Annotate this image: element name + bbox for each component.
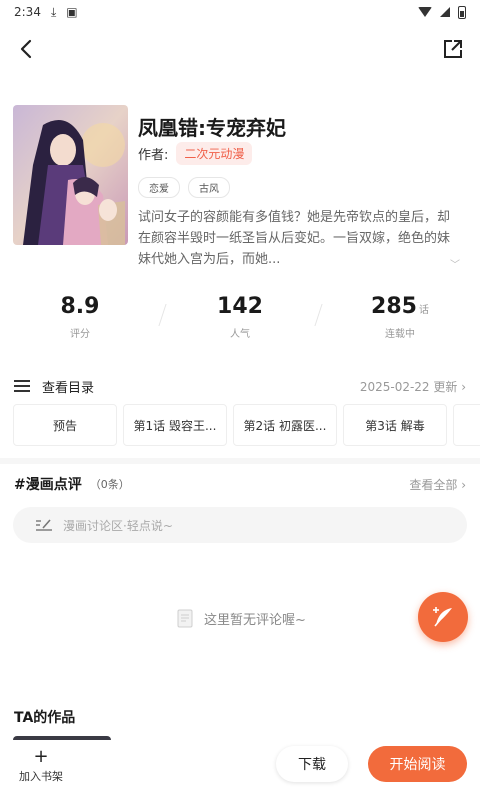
table-of-contents-row[interactable]: 查看目录 2025-02-22 更新 ›	[14, 375, 466, 397]
expand-chevron-icon[interactable]: ﹀	[450, 256, 460, 271]
start-reading-button[interactable]: 开始阅读	[368, 746, 467, 782]
stat-popularity-value: 142	[217, 294, 263, 319]
notification-icon: ▣	[66, 5, 78, 19]
stat-rating: 8.9 评分	[0, 294, 160, 350]
review-count: （0条）	[89, 478, 130, 491]
cover-image	[13, 105, 128, 245]
author-chip[interactable]: 二次元动漫	[176, 142, 253, 165]
empty-doc-icon	[177, 609, 193, 628]
write-review-button[interactable]	[418, 592, 468, 642]
comment-input[interactable]: 漫画讨论区·轻点说~	[13, 507, 467, 543]
stat-chapters: 285 话 连载中	[320, 294, 480, 350]
edit-icon	[36, 519, 52, 531]
chapter-item[interactable]: 第3话 解毒	[343, 404, 447, 446]
chapter-list: 预告 第1话 毁容王... 第2话 初露医... 第3话 解毒 第	[13, 404, 480, 446]
signal-icon	[440, 7, 450, 17]
review-title: #漫画点评	[14, 477, 82, 493]
comic-title: 凤凰错:专宠弃妃	[138, 116, 286, 140]
chapter-item[interactable]: 第2话 初露医...	[233, 404, 337, 446]
status-bar: 2:34 ⤓ ▣	[0, 0, 480, 24]
section-divider	[0, 458, 480, 464]
stat-popularity-label: 人气	[230, 329, 250, 340]
top-bar	[0, 30, 480, 66]
tag-list: 恋爱 古风	[138, 177, 230, 198]
chapter-item[interactable]: 第	[453, 404, 480, 446]
stat-rating-label: 评分	[70, 329, 90, 340]
download-button[interactable]: 下载	[276, 746, 348, 782]
back-arrow-icon	[20, 39, 32, 59]
stats-row: 8.9 评分 142 人气 285 话 连载中	[0, 294, 480, 350]
tag-romance[interactable]: 恋爱	[138, 177, 180, 198]
add-to-shelf-label: 加入书架	[19, 770, 63, 783]
empty-reviews-text: 这里暂无评论喔~	[204, 612, 306, 628]
chapter-item[interactable]: 第1话 毁容王...	[123, 404, 227, 446]
list-icon	[14, 380, 30, 392]
chapter-item[interactable]: 预告	[13, 404, 117, 446]
comic-description[interactable]: 试问女子的容颜能有多值钱？她是先帝钦点的皇后，却在颜容半毁时一纸圣旨从后变妃。一…	[138, 207, 458, 270]
empty-reviews: 这里暂无评论喔~	[0, 607, 480, 629]
wifi-icon	[418, 7, 432, 17]
feather-pen-icon	[433, 607, 452, 627]
share-button[interactable]	[440, 36, 466, 62]
status-time: 2:34	[14, 5, 41, 19]
plus-icon: +	[33, 746, 49, 767]
toc-update-date: 2025-02-22 更新 ›	[359, 379, 466, 394]
bottom-action-bar: + 加入书架 下载 开始阅读	[0, 740, 480, 800]
add-to-shelf-button[interactable]: + 加入书架	[10, 748, 72, 784]
author-row: 作者: 二次元动漫	[138, 142, 253, 165]
tag-ancient[interactable]: 古风	[188, 177, 230, 198]
back-button[interactable]	[14, 36, 40, 62]
stat-chapters-label: 连载中	[385, 329, 415, 340]
download-icon: ⤓	[50, 4, 57, 19]
comment-placeholder: 漫画讨论区·轻点说~	[63, 518, 173, 533]
stat-chapters-value: 285	[371, 294, 417, 319]
review-header: #漫画点评 （0条） 查看全部 ›	[14, 474, 466, 494]
toc-label: 查看目录	[42, 380, 95, 396]
stat-chapters-unit: 话	[418, 305, 429, 316]
comic-cover[interactable]	[13, 105, 128, 245]
view-all-reviews-link[interactable]: 查看全部 ›	[409, 476, 466, 493]
stat-popularity: 142 人气	[160, 294, 320, 350]
stat-rating-value: 8.9	[60, 294, 100, 319]
author-works-title: TA的作品	[14, 710, 76, 726]
share-icon	[444, 40, 462, 58]
battery-icon	[458, 5, 466, 19]
author-label: 作者:	[138, 148, 169, 163]
